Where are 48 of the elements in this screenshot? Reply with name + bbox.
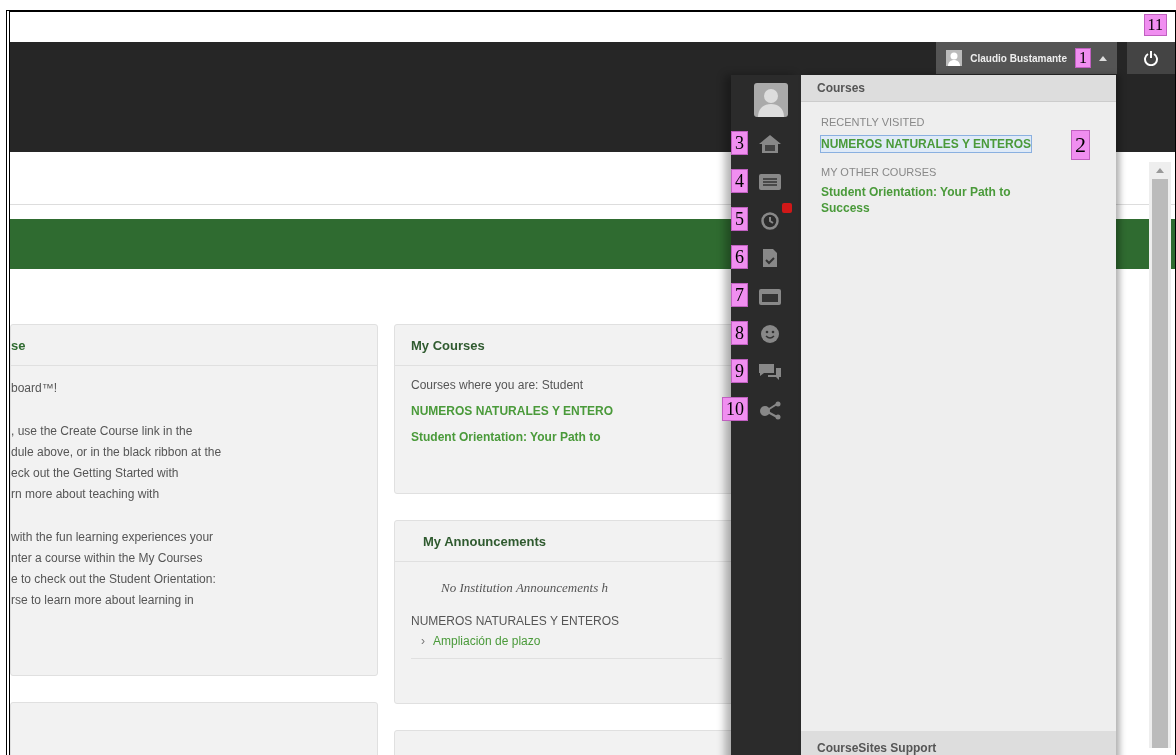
callout-label: 6	[731, 245, 748, 269]
paragraph: board™!	[11, 380, 59, 397]
notice-text: No Institution Announcements h	[440, 580, 609, 596]
module-title: My Courses	[411, 337, 485, 353]
course-link[interactable]: NUMEROS NATURALES Y ENTERO	[411, 404, 722, 418]
chat-icon	[758, 362, 782, 382]
course-link[interactable]: Student Orientation: Your Path to	[411, 430, 722, 444]
course-link[interactable]: Student Orientation: Your Path to Success	[821, 184, 1051, 216]
scroll-up-icon	[1156, 168, 1164, 173]
notification-badge	[782, 203, 792, 213]
course-link[interactable]: NUMEROS NATURALES Y ENTEROS	[821, 136, 1032, 152]
section-heading: RECENTLY VISITED	[821, 116, 926, 128]
share-icon	[758, 400, 782, 420]
calendar-icon	[758, 286, 782, 306]
callout-label: 3	[731, 131, 748, 155]
user-menu[interactable]: Claudio Bustamante 1	[936, 42, 1117, 74]
paragraph: with the fun learning experiences your nter a course within the My Courses e to check out the Student Orientation: rse to learn more about learning in	[11, 529, 217, 609]
house-icon	[758, 134, 782, 154]
scrollbar[interactable]	[1149, 162, 1171, 748]
announcement-link[interactable]: Ampliación de plazo	[433, 634, 541, 648]
paragraph: , use the Create Course link in the dule above, or in the black ribbon at the eck out the Getting Started with rn more about teaching with	[11, 423, 223, 503]
section-heading: MY OTHER COURSES	[821, 166, 938, 178]
callout-label: 5	[731, 207, 748, 231]
bullet-icon: ›	[421, 634, 425, 648]
module-title: se	[11, 337, 26, 353]
role-text: Courses where you are: Student	[411, 378, 585, 392]
menu-title: Courses	[817, 81, 866, 95]
caret-icon	[1099, 55, 1107, 61]
callout-label: 9	[731, 359, 748, 383]
callout-label: 8	[731, 321, 748, 345]
list-button[interactable]	[758, 171, 784, 193]
callout-label: 11	[1143, 14, 1167, 36]
callout-label: 4	[731, 169, 748, 193]
power-icon	[1143, 50, 1159, 66]
list-icon	[758, 172, 782, 192]
logout-button[interactable]	[1127, 42, 1175, 74]
module-title: My Announcements	[422, 533, 547, 549]
user-icon	[946, 50, 963, 66]
user-name: Claudio Bustamante	[970, 52, 1067, 64]
avatar-icon	[754, 83, 788, 117]
smiley-icon	[758, 324, 782, 344]
scroll-thumb[interactable]	[1152, 179, 1168, 748]
course-name: NUMEROS NATURALES Y ENTEROS	[411, 614, 621, 628]
callout-label: 10	[722, 397, 748, 421]
alarm-clock-icon	[758, 210, 782, 230]
callout-label: 2	[1071, 130, 1090, 160]
callout-label: 1	[1075, 48, 1091, 68]
callout-label: 7	[731, 283, 748, 307]
